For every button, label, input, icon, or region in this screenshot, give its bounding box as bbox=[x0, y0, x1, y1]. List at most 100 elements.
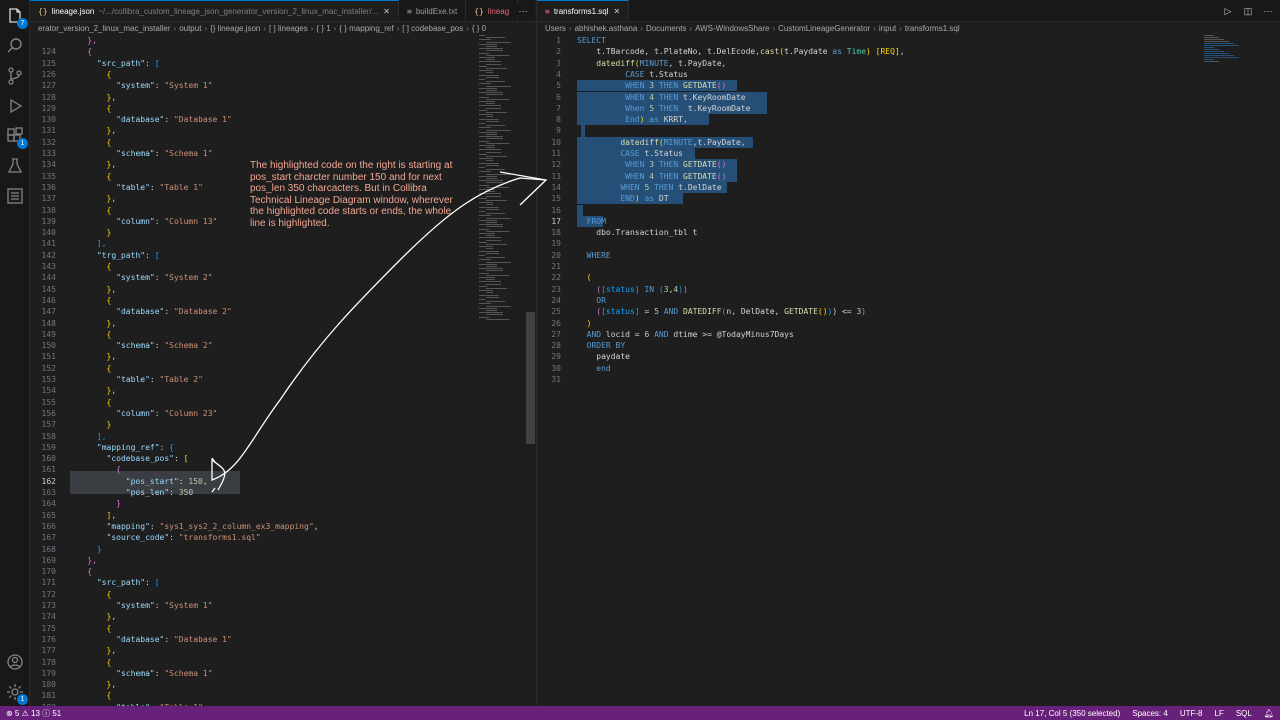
code-line[interactable]: 1 SELECT bbox=[537, 35, 1280, 46]
code-line[interactable]: 152 { bbox=[30, 363, 535, 374]
code-line[interactable]: 7 When 5 THEN t.KeyRoomDate bbox=[537, 103, 1280, 114]
code-line[interactable]: 10 datediff(MINUTE,t.PayDate, bbox=[537, 137, 1280, 148]
explorer-icon[interactable]: 7 bbox=[5, 6, 28, 29]
code-line[interactable]: 127 "system": "System 1" bbox=[30, 80, 535, 91]
code-line[interactable]: 143 { bbox=[30, 261, 535, 272]
more-actions-icon[interactable]: ⋯ bbox=[517, 4, 529, 18]
code-line[interactable]: 30 end bbox=[537, 363, 1280, 374]
code-line[interactable]: 145 }, bbox=[30, 284, 535, 295]
code-line[interactable]: 157 } bbox=[30, 419, 535, 430]
code-line[interactable]: 15 END) as DT bbox=[537, 193, 1280, 204]
indentation[interactable]: Spaces: 4 bbox=[1126, 709, 1174, 718]
code-line[interactable]: 150 "schema": "Schema 2" bbox=[30, 340, 535, 351]
breadcrumb-item[interactable]: { } 1 bbox=[316, 24, 330, 33]
json-code-area[interactable]: }, 124 {125 "src_path": [126 {127 "system… bbox=[30, 35, 535, 706]
code-line[interactable]: 22 ( bbox=[537, 272, 1280, 283]
breadcrumb-item[interactable]: { } mapping_ref bbox=[339, 24, 393, 33]
code-line[interactable]: 149 { bbox=[30, 329, 535, 340]
code-line[interactable]: 11 CASE t.Status bbox=[537, 148, 1280, 159]
tab-transforms1-sql[interactable]: ≡ transforms1.sql ✕ bbox=[537, 0, 630, 21]
code-line[interactable]: 170 { bbox=[30, 566, 535, 577]
code-line[interactable]: 133 "schema": "Schema 1" bbox=[30, 148, 535, 159]
code-line[interactable]: 167 "source_code": "transforms1.sql" bbox=[30, 532, 535, 543]
code-line[interactable]: 124 { bbox=[30, 46, 535, 57]
vertical-scrollbar[interactable] bbox=[526, 312, 535, 444]
code-line[interactable]: 179 "schema": "Schema 1" bbox=[30, 668, 535, 679]
code-line[interactable]: 180 }, bbox=[30, 679, 535, 690]
breadcrumb-item[interactable]: [ ] lineages bbox=[269, 24, 308, 33]
code-line[interactable]: 158 ], bbox=[30, 431, 535, 442]
breadcrumb-item[interactable]: input bbox=[879, 24, 896, 33]
code-line[interactable]: 128 }, bbox=[30, 92, 535, 103]
code-line[interactable]: 129 { bbox=[30, 103, 535, 114]
language-mode[interactable]: SQL bbox=[1230, 709, 1258, 718]
tab-buildexe-txt[interactable]: ≡ buildExe.txt bbox=[399, 0, 467, 21]
code-line[interactable]: 153 "table": "Table 2" bbox=[30, 374, 535, 385]
code-line[interactable]: 165 ], bbox=[30, 510, 535, 521]
more-actions-icon[interactable]: ⋯ bbox=[1262, 4, 1274, 18]
code-line[interactable]: 171 "src_path": [ bbox=[30, 577, 535, 588]
code-line[interactable]: 2 t.TBarcode, t.PlateNo, t.DelEcode,cast… bbox=[537, 46, 1280, 57]
notifications-bell-icon[interactable]: 🔔︎ bbox=[1258, 709, 1280, 718]
code-line[interactable]: 12 WHEN 3 THEN GETDATE() bbox=[537, 159, 1280, 170]
code-line[interactable]: 31 bbox=[537, 374, 1280, 385]
code-line[interactable]: 161 { bbox=[30, 464, 535, 475]
sql-code-area[interactable]: 1 SELECT 2 t.TBarcode, t.PlateNo, t.DelEco… bbox=[537, 35, 1280, 706]
code-line[interactable]: 14 WHEN 5 THEN t.DelDate bbox=[537, 182, 1280, 193]
code-line[interactable]: 162 "pos_start": 150, bbox=[30, 476, 535, 487]
code-line[interactable]: 166 "mapping": "sys1_sys2_2_column_ex3_m… bbox=[30, 521, 535, 532]
breadcrumb-item[interactable]: {} lineage.json bbox=[210, 24, 260, 33]
code-line[interactable]: 125 "src_path": [ bbox=[30, 58, 535, 69]
breadcrumb-item[interactable]: { } 0 bbox=[472, 24, 486, 33]
code-line[interactable]: 156 "column": "Column 23" bbox=[30, 408, 535, 419]
code-line[interactable]: 174 }, bbox=[30, 611, 535, 622]
remote-explorer-icon[interactable] bbox=[5, 186, 25, 206]
cursor-position[interactable]: Ln 17, Col 5 (350 selected) bbox=[1018, 709, 1126, 718]
split-editor-icon[interactable]: ◫ bbox=[1242, 4, 1254, 18]
settings-gear-icon[interactable]: 1 bbox=[5, 682, 28, 705]
code-line[interactable]: 146 { bbox=[30, 295, 535, 306]
run-icon[interactable]: ▷ bbox=[1222, 4, 1234, 18]
code-line[interactable]: 177 }, bbox=[30, 645, 535, 656]
code-line[interactable]: 160 "codebase_pos": [ bbox=[30, 453, 535, 464]
code-line[interactable]: 163 "pos_len": 350 bbox=[30, 487, 535, 498]
minimap[interactable] bbox=[1200, 35, 1280, 706]
code-line[interactable]: 175 { bbox=[30, 623, 535, 634]
code-line[interactable]: 178 { bbox=[30, 657, 535, 668]
breadcrumb-item[interactable]: AWS-WindowsShare bbox=[695, 24, 769, 33]
code-line[interactable]: 147 "database": "Database 2" bbox=[30, 306, 535, 317]
code-line[interactable]: 168 } bbox=[30, 544, 535, 555]
breadcrumb-item[interactable]: CustomLineageGenerator bbox=[778, 24, 870, 33]
code-line[interactable]: 181 { bbox=[30, 690, 535, 701]
code-line[interactable]: 131 }, bbox=[30, 125, 535, 136]
code-line[interactable]: 28 ORDER BY bbox=[537, 340, 1280, 351]
code-line[interactable]: 21 bbox=[537, 261, 1280, 272]
breadcrumb-item[interactable]: Documents bbox=[646, 24, 686, 33]
code-line[interactable]: 17 FROM bbox=[537, 216, 1280, 227]
code-line[interactable]: 169 }, bbox=[30, 555, 535, 566]
tab-lineage-clipped[interactable]: {} lineag bbox=[466, 0, 519, 21]
code-line[interactable]: 25 ([status] = 5 AND DATEDIFF(n, DelDate… bbox=[537, 306, 1280, 317]
code-line[interactable]: 18 dbo.Transaction_tbl t bbox=[537, 227, 1280, 238]
code-line[interactable]: 144 "system": "System 2" bbox=[30, 272, 535, 283]
code-line[interactable]: 5 WHEN 3 THEN GETDATE() bbox=[537, 80, 1280, 91]
code-line[interactable]: 148 }, bbox=[30, 318, 535, 329]
end-of-line[interactable]: LF bbox=[1208, 709, 1229, 718]
breadcrumb-item[interactable]: transforms1.sql bbox=[905, 24, 960, 33]
code-line[interactable]: 6 WHEN 4 THEN t.KeyRoomDate bbox=[537, 92, 1280, 103]
code-line[interactable]: 159 "mapping_ref": { bbox=[30, 442, 535, 453]
code-line[interactable]: 155 { bbox=[30, 397, 535, 408]
problems-indicator[interactable]: ⊗ 5 ⚠ 13 ⓘ 51 bbox=[0, 708, 67, 719]
close-icon[interactable]: ✕ bbox=[614, 7, 621, 16]
tab-lineage-json[interactable]: {} lineage.json ~/.../collibra_custom_li… bbox=[30, 0, 399, 21]
code-line[interactable]: 13 WHEN 4 THEN GETDATE() bbox=[537, 171, 1280, 182]
source-control-icon[interactable] bbox=[5, 66, 25, 86]
code-line[interactable]: 29 paydate bbox=[537, 351, 1280, 362]
breadcrumb-item[interactable]: erator_version_2_linux_mac_installer bbox=[38, 24, 171, 33]
code-line[interactable]: 132 { bbox=[30, 137, 535, 148]
code-line[interactable]: }, bbox=[30, 35, 535, 46]
code-line[interactable]: 27 AND locid = 6 AND dtime >= @TodayMinu… bbox=[537, 329, 1280, 340]
code-line[interactable]: 164 } bbox=[30, 498, 535, 509]
code-line[interactable]: 154 }, bbox=[30, 385, 535, 396]
code-line[interactable]: 8 End) as KRRT, bbox=[537, 114, 1280, 125]
